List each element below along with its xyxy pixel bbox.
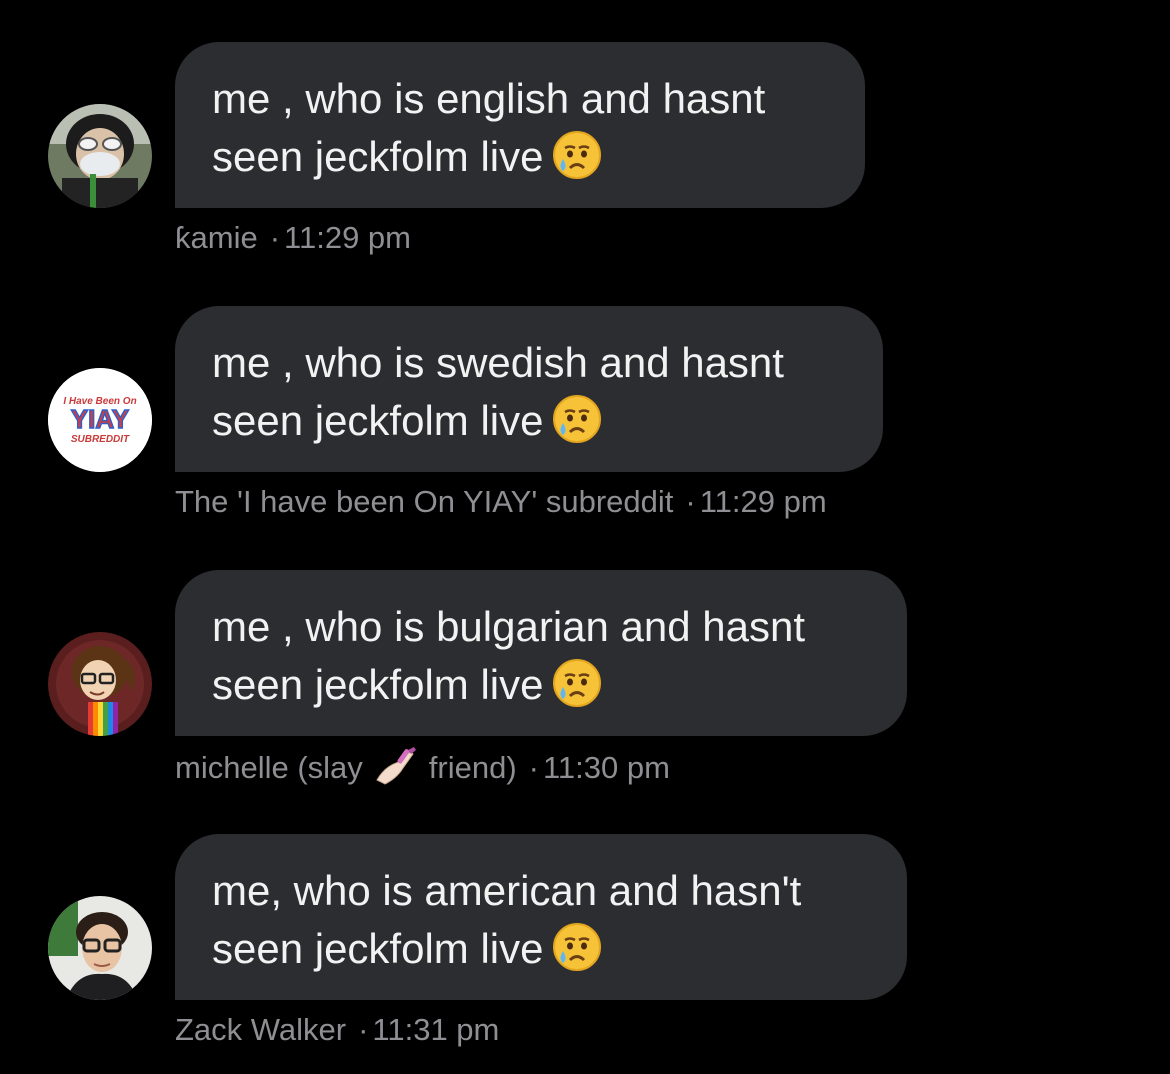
- message-item: me , who is english and hasnt seen jeckf…: [0, 42, 1170, 282]
- avatar[interactable]: I Have Been On YIAY SUBREDDIT: [48, 368, 152, 472]
- message-meta: The 'I have been On YIAY' subreddit · 11:2…: [175, 482, 827, 522]
- separator: ·: [269, 220, 281, 255]
- separator: ·: [528, 750, 539, 785]
- sender-name[interactable]: ƙamie: [175, 220, 258, 255]
- crying-face-icon: [551, 657, 603, 724]
- crying-face-icon: [551, 921, 603, 988]
- message-meta: michelle (slay friend) · 11:30 pm: [175, 746, 670, 796]
- nail-polish-icon: [375, 746, 419, 796]
- avatar-badge-main: YIAY: [71, 404, 129, 434]
- separator: ·: [358, 1012, 369, 1047]
- message-text: me, who is american and hasn't: [212, 867, 802, 914]
- sender-name[interactable]: michelle (slay friend): [175, 747, 517, 785]
- avatar[interactable]: [48, 632, 152, 736]
- message-meta: Zack Walker · 11:31 pm: [175, 1010, 499, 1050]
- message-text: seen jeckfolm live: [212, 656, 871, 724]
- message-text: me , who is english and hasnt: [212, 75, 766, 122]
- message-text: me , who is swedish and hasnt: [212, 339, 784, 386]
- avatar[interactable]: [48, 896, 152, 1000]
- message-item: me , who is bulgarian and hasnt seen jec…: [0, 570, 1170, 810]
- crying-face-icon: [551, 129, 603, 196]
- message-bubble[interactable]: me , who is swedish and hasnt seen jeckf…: [175, 306, 883, 472]
- timestamp: 11:31 pm: [372, 1012, 500, 1047]
- crying-face-icon: [551, 393, 603, 460]
- message-text: me , who is bulgarian and hasnt: [212, 603, 806, 650]
- message-bubble[interactable]: me, who is american and hasn't seen jeck…: [175, 834, 907, 1000]
- avatar[interactable]: [48, 104, 152, 208]
- timestamp: 11:30 pm: [542, 750, 670, 785]
- avatar-badge-bottom: SUBREDDIT: [71, 434, 130, 445]
- message-thread: me , who is english and hasnt seen jeckf…: [0, 0, 1170, 1058]
- message-bubble[interactable]: me , who is english and hasnt seen jeckf…: [175, 42, 865, 208]
- sender-name[interactable]: Zack Walker: [175, 1012, 346, 1047]
- message-text: seen jeckfolm live: [212, 128, 829, 196]
- message-text: seen jeckfolm live: [212, 920, 871, 988]
- separator: ·: [685, 484, 696, 519]
- timestamp: 11:29 pm: [284, 220, 411, 255]
- sender-name[interactable]: The 'I have been On YIAY' subreddit: [175, 484, 673, 519]
- message-item: me, who is american and hasn't seen jeck…: [0, 834, 1170, 1074]
- message-item: I Have Been On YIAY SUBREDDIT me , who i…: [0, 306, 1170, 546]
- message-meta: ƙamie · 11:29 pm: [175, 218, 411, 258]
- timestamp: 11:29 pm: [699, 484, 827, 519]
- message-text: seen jeckfolm live: [212, 392, 847, 460]
- message-bubble[interactable]: me , who is bulgarian and hasnt seen jec…: [175, 570, 907, 736]
